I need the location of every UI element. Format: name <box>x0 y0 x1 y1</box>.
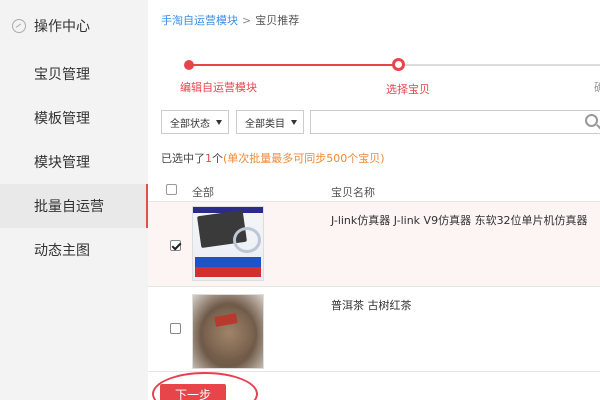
step-2-label: 选择宝贝 <box>386 83 430 96</box>
step-1-label: 编辑自运营模块 <box>180 81 257 94</box>
selection-unit: 个 <box>212 152 223 165</box>
breadcrumb-link[interactable]: 手淘自运营模块 <box>161 14 238 27</box>
column-header-name: 宝贝名称 <box>331 186 375 199</box>
next-step-button[interactable]: 下一步 <box>160 384 226 400</box>
product-name[interactable]: 普洱茶 古树红茶 <box>331 297 412 313</box>
stepper: 编辑自运营模块 选择宝贝 确 <box>148 44 600 100</box>
row-checkbox[interactable] <box>170 240 181 251</box>
main-panel: 手淘自运营模块 > 宝贝推荐 编辑自运营模块 选择宝贝 确 全部状态 全部类目 已选… <box>148 0 600 400</box>
selection-summary: 已选中了1个(单次批量最多可同步500个宝贝) <box>161 150 385 166</box>
sidebar-item-module-management[interactable]: 模块管理 <box>0 140 148 184</box>
product-name[interactable]: J-link仿真器 J-link V9仿真器 东软32位单片机仿真器 <box>331 212 588 228</box>
dashboard-icon <box>12 19 26 33</box>
selection-prefix: 已选中了 <box>161 152 205 165</box>
table-row[interactable]: 普洱茶 古树红茶 <box>148 287 600 372</box>
search-input[interactable] <box>310 110 600 134</box>
selection-limit-hint: (单次批量最多可同步500个宝贝) <box>223 152 385 165</box>
chevron-down-icon <box>291 120 297 125</box>
sidebar-header-title: 操作中心 <box>34 19 90 35</box>
table-row[interactable]: J-link仿真器 J-link V9仿真器 东软32位单片机仿真器 <box>148 202 600 287</box>
table-header: 全部 宝贝名称 <box>148 180 600 202</box>
sidebar-item-dynamic-image[interactable]: 动态主图 <box>0 228 148 272</box>
thumbnail-label-strip <box>195 267 261 277</box>
breadcrumb-separator: > <box>242 14 252 27</box>
status-select[interactable]: 全部状态 <box>161 110 229 134</box>
selection-count: 1 <box>205 152 212 165</box>
sidebar-item-product-management[interactable]: 宝贝管理 <box>0 52 148 96</box>
select-all-label: 全部 <box>192 186 214 199</box>
select-all-checkbox[interactable] <box>166 184 177 195</box>
sidebar-item-batch-operation[interactable]: 批量自运营 <box>0 184 148 228</box>
sidebar-item-template-management[interactable]: 模板管理 <box>0 96 148 140</box>
row-checkbox[interactable] <box>170 323 181 334</box>
chevron-down-icon <box>216 120 222 125</box>
breadcrumb: 手淘自运营模块 > 宝贝推荐 <box>161 12 299 28</box>
category-select[interactable]: 全部类目 <box>236 110 304 134</box>
sidebar: 操作中心 宝贝管理 模板管理 模块管理 批量自运营 动态主图 <box>0 0 148 400</box>
thumbnail-cable <box>233 227 261 253</box>
sidebar-header: 操作中心 <box>0 0 148 52</box>
step-3-label: 确 <box>594 81 600 94</box>
product-thumbnail <box>192 294 264 369</box>
category-select-value: 全部类目 <box>245 118 285 130</box>
status-select-value: 全部状态 <box>170 118 210 130</box>
step-1-marker <box>184 60 194 70</box>
step-2-marker <box>392 58 405 71</box>
search-icon[interactable] <box>585 114 598 127</box>
stepper-remaining-line <box>403 64 600 66</box>
product-thumbnail <box>192 206 264 281</box>
stepper-progress-line <box>188 64 398 66</box>
breadcrumb-current: 宝贝推荐 <box>255 14 300 27</box>
